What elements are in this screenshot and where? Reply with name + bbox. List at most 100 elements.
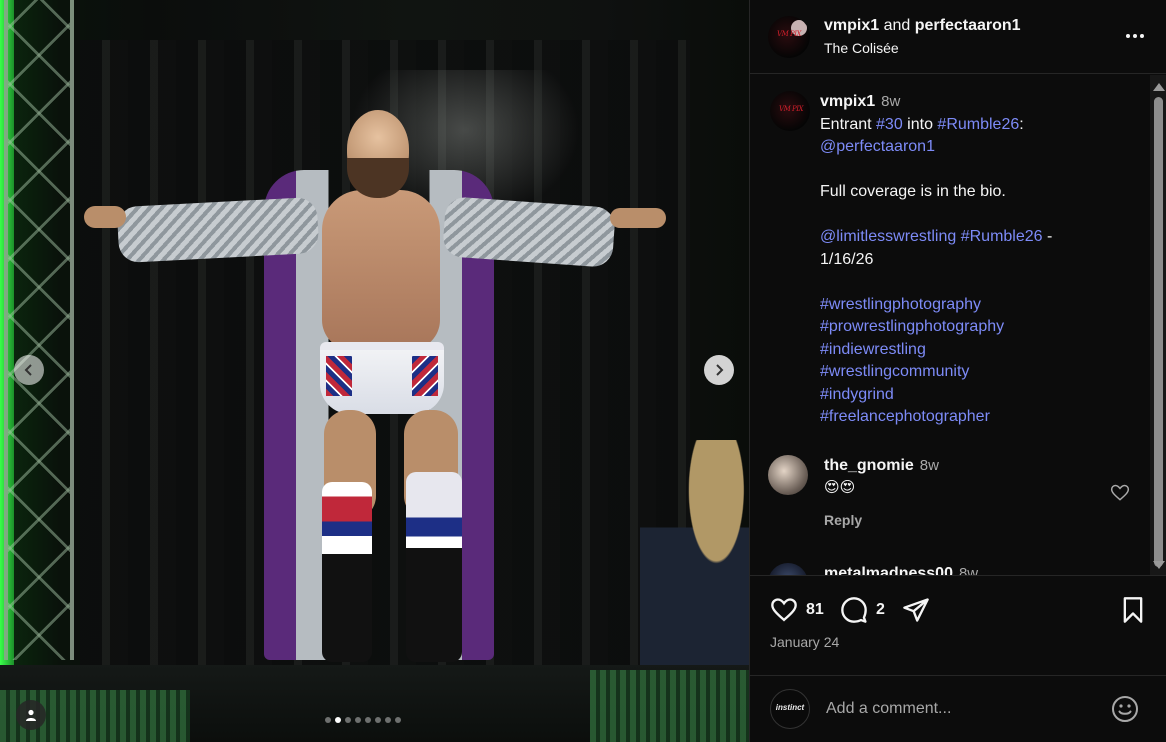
chevron-right-icon bbox=[716, 364, 724, 376]
avatar-logo: VM PIX bbox=[777, 29, 801, 38]
share-button[interactable] bbox=[902, 596, 930, 624]
caption: VM PIX vmpix1 8w Entrant #30 into #Rumble… bbox=[770, 91, 1140, 429]
caption-text: into bbox=[902, 115, 938, 133]
carousel-dot[interactable] bbox=[365, 717, 371, 723]
carousel-next-button[interactable] bbox=[704, 355, 734, 385]
scroll-up-arrow-icon[interactable] bbox=[1153, 83, 1165, 91]
comment-body: the_gnomie 8w 😍😍 Reply bbox=[824, 455, 939, 532]
like-count[interactable]: 81 bbox=[806, 601, 824, 619]
hashtag-link[interactable]: #wrestlingcommunity bbox=[820, 361, 1052, 384]
caption-line-4: @limitlesswrestling #Rumble26 - bbox=[820, 226, 1052, 249]
caption-body: vmpix1 8w Entrant #30 into #Rumble26: @pe… bbox=[820, 91, 1052, 429]
comment-username[interactable]: the_gnomie bbox=[824, 457, 914, 474]
header-user2[interactable]: perfectaaron1 bbox=[915, 17, 1021, 34]
carousel-dot[interactable] bbox=[345, 717, 351, 723]
comment-username[interactable]: metalmadness00 bbox=[824, 565, 953, 575]
comment-age[interactable]: 8w bbox=[920, 457, 939, 474]
trunks bbox=[320, 342, 444, 414]
tagged-users-button[interactable] bbox=[16, 700, 46, 730]
comment-icon bbox=[841, 597, 867, 623]
caption-text: : bbox=[1019, 115, 1024, 133]
hashtag-link[interactable]: #Rumble26 bbox=[937, 116, 1019, 133]
header-text: vmpix1 and perfectaaron1 The Colisée bbox=[824, 16, 1021, 58]
bookmark-icon bbox=[1123, 597, 1143, 623]
more-options-button[interactable] bbox=[1123, 26, 1147, 46]
scrollbar-thumb[interactable] bbox=[1154, 97, 1163, 567]
hashtag-link[interactable]: #Rumble26 bbox=[961, 228, 1043, 245]
caption-line-5: 1/16/26 bbox=[820, 250, 874, 268]
wrestler-photo bbox=[84, 110, 674, 670]
left-boot bbox=[322, 482, 372, 662]
avatar-logo: instinct bbox=[775, 703, 805, 712]
caption-line-1: Entrant #30 into #Rumble26: bbox=[820, 114, 1052, 137]
carousel-dot[interactable] bbox=[385, 717, 391, 723]
scroll-down-arrow-icon[interactable] bbox=[1153, 561, 1165, 569]
right-boot bbox=[406, 472, 462, 662]
commenter-avatar[interactable] bbox=[768, 563, 808, 575]
comment-button[interactable]: 2 bbox=[840, 596, 885, 624]
caption-text: - bbox=[1042, 228, 1053, 245]
torso bbox=[322, 190, 440, 350]
caption-username[interactable]: vmpix1 bbox=[820, 93, 875, 110]
current-user-avatar[interactable]: instinct bbox=[770, 689, 810, 729]
location-link[interactable]: The Colisée bbox=[824, 39, 1021, 57]
right-hand bbox=[610, 208, 666, 228]
post-media[interactable] bbox=[0, 0, 749, 742]
post-date[interactable]: January 24 bbox=[770, 634, 839, 650]
comments-scroll-area[interactable]: VM PIX vmpix1 8w Entrant #30 into #Rumble… bbox=[750, 75, 1150, 575]
carousel-dot[interactable] bbox=[355, 717, 361, 723]
like-button[interactable]: 81 bbox=[770, 596, 824, 624]
commenter-avatar[interactable] bbox=[768, 455, 808, 495]
emoji-icon[interactable] bbox=[1111, 695, 1139, 723]
comment-item: metalmadness00 8w bbox=[768, 563, 1140, 575]
comment-item: the_gnomie 8w 😍😍 Reply bbox=[768, 455, 1140, 532]
user-icon bbox=[26, 709, 36, 721]
caption-line-3: Full coverage is in the bio. bbox=[820, 183, 1006, 200]
post-actions: 81 2 January 24 bbox=[750, 575, 1166, 675]
caption-text: Entrant bbox=[820, 115, 877, 133]
caption-age[interactable]: 8w bbox=[881, 93, 900, 110]
comment-age[interactable]: 8w bbox=[959, 565, 978, 575]
chevron-left-icon bbox=[24, 364, 32, 376]
hashtag-link[interactable]: #30 bbox=[876, 116, 903, 133]
hashtag-link[interactable]: #prowrestlingphotography bbox=[820, 316, 1052, 339]
mention-link[interactable]: @perfectaaron1 bbox=[820, 138, 935, 155]
hashtag-link[interactable]: #freelancephotographer bbox=[820, 406, 1052, 429]
reply-button[interactable]: Reply bbox=[824, 509, 862, 531]
ellipsis-icon bbox=[1126, 34, 1144, 38]
caption-header: vmpix1 8w bbox=[820, 91, 1052, 114]
scrollbar[interactable] bbox=[1150, 75, 1166, 575]
comment-body: metalmadness00 8w bbox=[824, 563, 978, 575]
carousel-prev-button[interactable] bbox=[14, 355, 44, 385]
comment-text: 😍😍 bbox=[824, 479, 856, 496]
hashtag-link[interactable]: #wrestlingphotography bbox=[820, 294, 1052, 317]
carousel-dot[interactable] bbox=[325, 717, 331, 723]
author-avatar[interactable]: VM PIX bbox=[768, 15, 810, 58]
left-hand bbox=[84, 206, 126, 228]
carousel-dot[interactable] bbox=[395, 717, 401, 723]
header-user1[interactable]: vmpix1 bbox=[824, 17, 879, 34]
add-comment-row: instinct Add a comment... bbox=[750, 675, 1166, 742]
hashtag-link[interactable]: #indiewrestling bbox=[820, 339, 1052, 362]
caption-avatar[interactable]: VM PIX bbox=[770, 91, 810, 131]
carousel-dot[interactable] bbox=[375, 717, 381, 723]
header-joiner: and bbox=[883, 16, 911, 34]
carousel-dot[interactable] bbox=[335, 717, 341, 723]
caption-line-2: @perfectaaron1 bbox=[820, 136, 1052, 159]
barricade-right bbox=[590, 670, 749, 742]
left-sleeve bbox=[116, 196, 320, 264]
comment-count: 2 bbox=[876, 601, 885, 618]
post-side-panel: VM PIX vmpix1 and perfectaaron1 The Coli… bbox=[749, 0, 1166, 742]
paper-plane-icon bbox=[903, 598, 929, 622]
mention-link[interactable]: @limitlesswrestling bbox=[820, 228, 956, 245]
heart-icon bbox=[771, 598, 797, 622]
carousel-dots bbox=[325, 717, 401, 723]
header-usernames: vmpix1 and perfectaaron1 bbox=[824, 16, 1021, 37]
stage-truss bbox=[4, 0, 74, 660]
avatar-logo: VM PIX bbox=[779, 105, 803, 113]
comment-like-heart-icon[interactable] bbox=[1110, 483, 1130, 503]
save-button[interactable] bbox=[1119, 596, 1147, 624]
add-comment-input[interactable]: Add a comment... bbox=[826, 700, 1106, 718]
hashtag-link[interactable]: #indygrind bbox=[820, 384, 1052, 407]
post-header: VM PIX vmpix1 and perfectaaron1 The Coli… bbox=[750, 0, 1166, 74]
